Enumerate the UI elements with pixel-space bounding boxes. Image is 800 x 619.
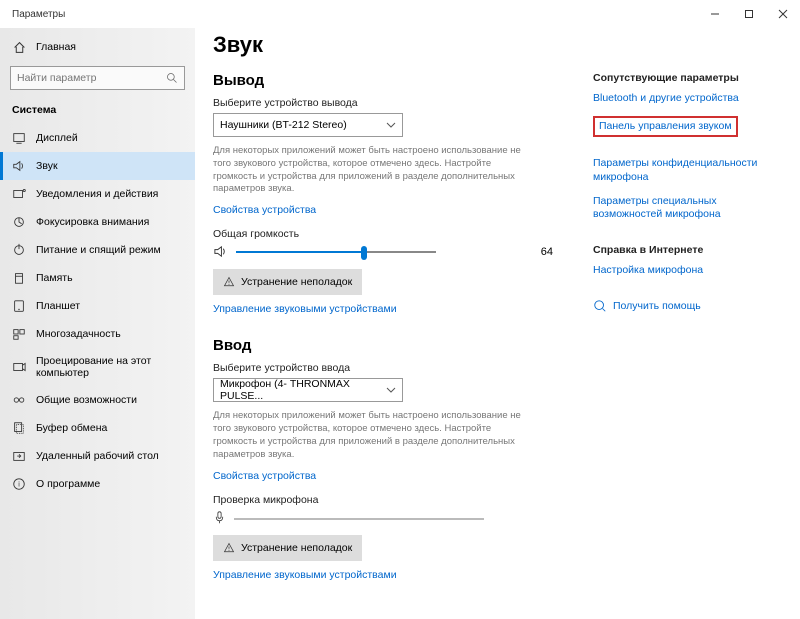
output-properties-link[interactable]: Свойства устройства (213, 204, 316, 216)
sidebar-item-label: Многозадачность (36, 328, 121, 340)
nav-icon (12, 187, 26, 201)
sidebar-item-label: Уведомления и действия (36, 188, 158, 200)
mic-level-bar (234, 518, 484, 520)
nav-icon (12, 421, 26, 435)
volume-row: 64 (213, 244, 573, 259)
sidebar-item-label: О программе (36, 478, 100, 490)
sidebar-item-label: Удаленный рабочий стол (36, 450, 159, 462)
help-link-mic-setup[interactable]: Настройка микрофона (593, 264, 773, 278)
input-device-value: Микрофон (4- THRONMAX PULSE... (220, 378, 386, 402)
nav-icon (12, 360, 26, 374)
related-link-mic-privacy[interactable]: Параметры конфиденциальности микрофона (593, 157, 773, 184)
sidebar-item-2[interactable]: Уведомления и действия (0, 180, 195, 208)
sidebar-item-label: Общие возможности (36, 394, 137, 406)
nav-icon (12, 159, 26, 173)
speaker-icon (213, 244, 228, 259)
output-heading: Вывод (213, 72, 573, 89)
output-desc: Для некоторых приложений может быть наст… (213, 145, 533, 196)
nav-icon (12, 243, 26, 257)
sidebar-item-label: Питание и спящий режим (36, 244, 161, 256)
close-button[interactable] (766, 0, 800, 28)
related-column: Сопутствующие параметры Bluetooth и друг… (593, 32, 773, 619)
sidebar: Главная Система Дисплей Звук Уведомления и… (0, 28, 195, 619)
sidebar-item-label: Дисплей (36, 132, 78, 144)
input-desc: Для некоторых приложений может быть наст… (213, 410, 533, 461)
output-manage-link[interactable]: Управление звуковыми устройствами (213, 303, 397, 315)
volume-label: Общая громкость (213, 228, 573, 240)
sidebar-item-label: Фокусировка внимания (36, 216, 149, 228)
sidebar-item-label: Буфер обмена (36, 422, 107, 434)
related-link-bluetooth[interactable]: Bluetooth и другие устройства (593, 92, 773, 106)
sidebar-item-7[interactable]: Многозадачность (0, 320, 195, 348)
title-bar: Параметры (0, 0, 800, 28)
sidebar-item-label: Планшет (36, 300, 80, 312)
sidebar-item-1[interactable]: Звук (0, 152, 195, 180)
help-icon (593, 299, 607, 313)
output-device-value: Наушники (BT-212 Stereo) (220, 119, 347, 131)
input-properties-link[interactable]: Свойства устройства (213, 470, 316, 482)
related-heading: Сопутствующие параметры (593, 72, 773, 84)
nav-icon (12, 131, 26, 145)
output-troubleshoot-button[interactable]: Устранение неполадок (213, 269, 362, 295)
volume-slider[interactable] (236, 251, 436, 253)
microphone-icon (213, 510, 226, 525)
output-device-select[interactable]: Наушники (BT-212 Stereo) (213, 113, 403, 137)
input-troubleshoot-button[interactable]: Устранение неполадок (213, 535, 362, 561)
home-icon (12, 40, 26, 54)
svg-text:i: i (18, 482, 20, 489)
window-title: Параметры (12, 9, 65, 20)
nav-icon: i (12, 477, 26, 491)
content: Звук Вывод Выберите устройство вывода На… (213, 32, 573, 619)
sidebar-item-11[interactable]: Удаленный рабочий стол (0, 442, 195, 470)
sidebar-item-9[interactable]: Общие возможности (0, 386, 195, 414)
help-heading: Справка в Интернете (593, 244, 773, 256)
search-icon (166, 72, 178, 84)
sidebar-item-12[interactable]: i О программе (0, 470, 195, 498)
input-choose-label: Выберите устройство ввода (213, 362, 573, 374)
input-heading: Ввод (213, 337, 573, 354)
nav-icon (12, 393, 26, 407)
output-choose-label: Выберите устройство вывода (213, 97, 573, 109)
nav-icon (12, 299, 26, 313)
nav-icon (12, 449, 26, 463)
search-input[interactable] (17, 72, 166, 84)
sidebar-item-label: Память (36, 272, 73, 284)
input-manage-link[interactable]: Управление звуковыми устройствами (213, 569, 397, 581)
sidebar-item-5[interactable]: Память (0, 264, 195, 292)
page-title: Звук (213, 32, 573, 58)
sidebar-item-label: Проецирование на этот компьютер (36, 355, 183, 379)
sidebar-item-label: Звук (36, 160, 58, 172)
nav-icon (12, 215, 26, 229)
chevron-down-icon (386, 120, 396, 130)
chevron-down-icon (386, 385, 396, 395)
sidebar-item-8[interactable]: Проецирование на этот компьютер (0, 348, 195, 386)
sidebar-item-0[interactable]: Дисплей (0, 124, 195, 152)
home-nav[interactable]: Главная (0, 34, 195, 60)
warning-icon (223, 542, 235, 554)
minimize-button[interactable] (698, 0, 732, 28)
input-device-select[interactable]: Микрофон (4- THRONMAX PULSE... (213, 378, 403, 402)
get-help-link[interactable]: Получить помощь (613, 300, 701, 314)
related-link-mic-access[interactable]: Параметры специальных возможностей микро… (593, 195, 773, 222)
nav-icon (12, 271, 26, 285)
home-label: Главная (36, 41, 76, 53)
warning-icon (223, 276, 235, 288)
mic-test-row (213, 510, 573, 525)
search-box[interactable] (10, 66, 185, 90)
sidebar-item-3[interactable]: Фокусировка внимания (0, 208, 195, 236)
mic-test-label: Проверка микрофона (213, 494, 573, 506)
nav-icon (12, 327, 26, 341)
sidebar-item-4[interactable]: Питание и спящий режим (0, 236, 195, 264)
category-label: Система (0, 100, 195, 124)
maximize-button[interactable] (732, 0, 766, 28)
volume-value: 64 (541, 246, 553, 258)
related-link-sound-panel[interactable]: Панель управления звуком (593, 116, 738, 138)
sidebar-item-10[interactable]: Буфер обмена (0, 414, 195, 442)
sidebar-item-6[interactable]: Планшет (0, 292, 195, 320)
